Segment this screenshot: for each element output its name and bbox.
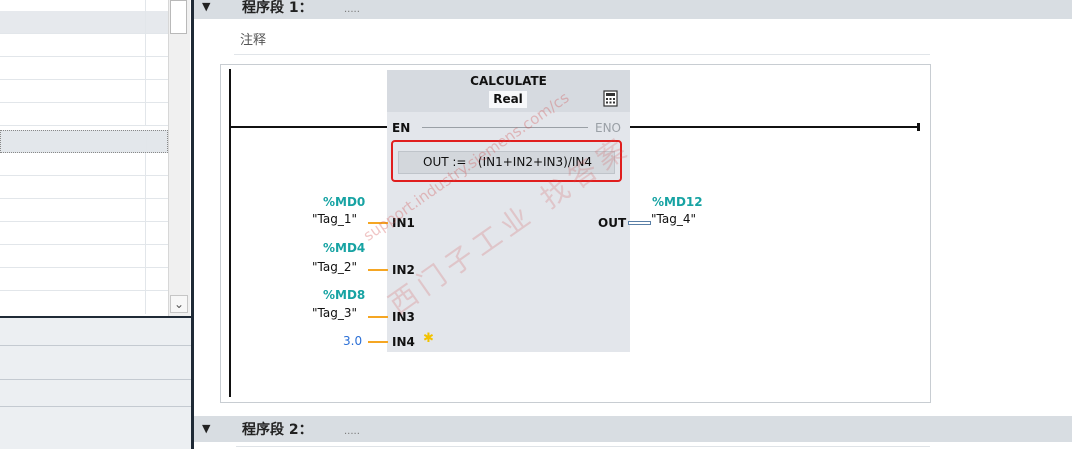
block-datatype[interactable]: Real xyxy=(489,91,527,108)
in3-address[interactable]: %MD8 xyxy=(323,288,365,302)
en-pin: EN xyxy=(392,121,411,135)
network-comment[interactable]: 注释 xyxy=(240,29,266,48)
tree-row[interactable] xyxy=(0,176,168,199)
tree-row[interactable] xyxy=(0,153,168,176)
star-icon[interactable]: ✱ xyxy=(423,331,434,346)
vertical-scrollbar[interactable] xyxy=(168,0,190,316)
chevron-down-icon[interactable]: ⌄ xyxy=(170,295,188,313)
rung-wire-right xyxy=(630,126,919,128)
out-wire xyxy=(628,221,651,225)
network-1-title: 程序段 1： xyxy=(242,0,313,16)
network-2-title: 程序段 2： xyxy=(242,422,313,438)
tree-row[interactable] xyxy=(0,57,168,80)
tree-row-selected[interactable] xyxy=(0,130,168,153)
rung-wire-left xyxy=(229,126,387,128)
tree-row[interactable] xyxy=(0,11,168,34)
out-pin: OUT xyxy=(598,216,627,230)
tree-row[interactable] xyxy=(0,34,168,57)
network-1-title-dots[interactable]: ..... xyxy=(344,4,360,15)
network-2-header[interactable]: ▼ 程序段 2： ..... xyxy=(194,416,1072,442)
network-1-header[interactable]: ▼ 程序段 1： ..... xyxy=(194,0,1072,19)
in1-tag[interactable]: "Tag_1" xyxy=(312,212,357,226)
in3-wire xyxy=(368,316,388,318)
block-name: CALCULATE xyxy=(470,74,547,88)
in4-pin: IN4 xyxy=(392,335,415,349)
rung-end xyxy=(917,123,920,131)
in4-constant[interactable]: 3.0 xyxy=(343,334,362,348)
tree-row[interactable] xyxy=(0,199,168,222)
triangle-down-icon[interactable]: ▼ xyxy=(202,422,210,435)
in2-tag[interactable]: "Tag_2" xyxy=(312,260,357,274)
tree-row[interactable] xyxy=(0,103,168,126)
in2-wire xyxy=(368,269,388,271)
out-tag[interactable]: "Tag_4" xyxy=(651,212,696,226)
pane-splitter[interactable] xyxy=(191,0,194,449)
scrollbar-thumb[interactable] xyxy=(170,0,187,34)
power-rail xyxy=(229,69,231,397)
in3-tag[interactable]: "Tag_3" xyxy=(312,306,357,320)
in4-wire xyxy=(368,341,388,343)
network-2-title-dots[interactable]: ..... xyxy=(344,426,360,437)
tree-row[interactable] xyxy=(0,80,168,103)
calculator-icon[interactable] xyxy=(602,90,619,107)
out-address[interactable]: %MD12 xyxy=(652,195,703,209)
in1-address[interactable]: %MD0 xyxy=(323,195,365,209)
network-2-divider xyxy=(236,446,930,447)
tree-row[interactable] xyxy=(0,245,168,268)
triangle-down-icon[interactable]: ▼ xyxy=(202,0,210,13)
tree-row[interactable] xyxy=(0,222,168,245)
details-pane xyxy=(0,316,191,449)
tree-row[interactable] xyxy=(0,268,168,291)
tree-row[interactable] xyxy=(0,291,168,314)
in2-address[interactable]: %MD4 xyxy=(323,241,365,255)
comment-divider xyxy=(234,54,930,55)
